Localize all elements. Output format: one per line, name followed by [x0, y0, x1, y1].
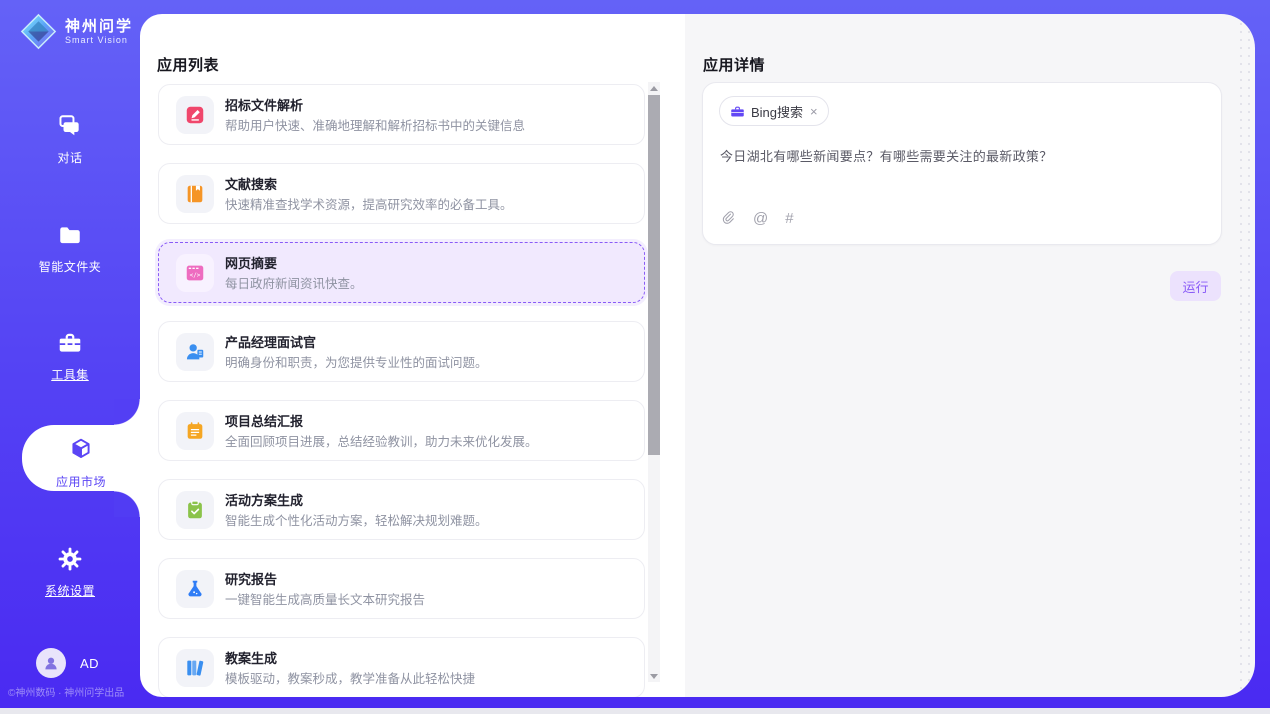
app-icon-tile	[176, 96, 214, 134]
app-card-description: 明确身份和职责，为您提供专业性的面试问题。	[225, 352, 488, 371]
chat-icon	[57, 113, 83, 139]
avatar	[36, 648, 66, 678]
webpage-icon	[184, 262, 206, 284]
sidebar-item-settings[interactable]: 系统设置	[0, 538, 140, 594]
app-card-description: 模板驱动，教案秒成，教学准备从此轻松快捷	[225, 668, 475, 687]
close-icon[interactable]: ×	[810, 105, 818, 118]
briefcase-icon	[730, 104, 745, 119]
hash-icon[interactable]: #	[785, 211, 793, 226]
app-card-title: 招标文件解析	[225, 95, 303, 114]
app-card-title: 文献搜索	[225, 174, 277, 193]
user-profile[interactable]: AD	[36, 648, 99, 678]
app-card-title: 产品经理面试官	[225, 332, 316, 351]
app-window: 神州问学 Smart Vision 对话 智能文件夹 工具集 应用市场 系统设置…	[0, 0, 1270, 708]
app-card-description: 每日政府新闻资讯快查。	[225, 273, 363, 292]
app-card-description: 全面回顾项目进展，总结经验教训，助力未来优化发展。	[225, 431, 538, 450]
app-list-panel: 应用列表 招标文件解析 帮助用户快速、准确地理解和解析招标书中的关键信息 文献搜…	[140, 14, 685, 697]
app-card[interactable]: 活动方案生成 智能生成个性化活动方案，轻松解决规划难题。	[158, 479, 645, 540]
app-detail-title: 应用详情	[703, 54, 765, 75]
person-icon	[184, 341, 206, 363]
query-text[interactable]: 今日湖北有哪些新闻要点？有哪些需要关注的最新政策？	[720, 146, 1201, 165]
sidebar-item-market[interactable]: 应用市场	[22, 425, 140, 491]
clipboard-check-icon	[184, 499, 206, 521]
content-area: 应用列表 招标文件解析 帮助用户快速、准确地理解和解析招标书中的关键信息 文献搜…	[140, 14, 1255, 697]
user-initials: AD	[80, 656, 99, 671]
app-card[interactable]: 招标文件解析 帮助用户快速、准确地理解和解析招标书中的关键信息	[158, 84, 645, 145]
mention-icon[interactable]: @	[753, 211, 768, 226]
document-edit-icon	[184, 104, 206, 126]
sidebar-item-chat[interactable]: 对话	[0, 105, 140, 161]
app-card-title: 研究报告	[225, 569, 277, 588]
app-card[interactable]: 研究报告 一键智能生成高质量长文本研究报告	[158, 558, 645, 619]
bottom-strip	[0, 708, 1270, 714]
app-icon-tile	[176, 412, 214, 450]
app-card[interactable]: 网页摘要 每日政府新闻资讯快查。	[158, 242, 645, 303]
app-detail-panel: 应用详情 Bing搜索 × 今日湖北有哪些新闻要点？有哪些需要关注的最新政策？ …	[685, 14, 1255, 697]
scroll-down-button[interactable]	[648, 670, 660, 682]
triangle-up-icon	[650, 86, 658, 91]
note-icon	[184, 420, 206, 442]
brand-name: 神州问学	[65, 18, 133, 35]
app-card-description: 快速精准查找学术资源，提高研究效率的必备工具。	[225, 194, 513, 213]
cube-icon	[68, 437, 94, 463]
sidebar-item-tools[interactable]: 工具集	[0, 322, 140, 378]
books-icon	[184, 657, 206, 679]
app-card[interactable]: 项目总结汇报 全面回顾项目进展，总结经验教训，助力未来优化发展。	[158, 400, 645, 461]
app-card[interactable]: 产品经理面试官 明确身份和职责，为您提供专业性的面试问题。	[158, 321, 645, 382]
app-list-title: 应用列表	[157, 54, 219, 75]
app-card-title: 网页摘要	[225, 253, 277, 272]
app-icon-tile	[176, 333, 214, 371]
brand-tagline: Smart Vision	[65, 35, 133, 45]
app-card[interactable]: 文献搜索 快速精准查找学术资源，提高研究效率的必备工具。	[158, 163, 645, 224]
toolbox-icon	[57, 330, 83, 356]
app-card-description: 帮助用户快速、准确地理解和解析招标书中的关键信息	[225, 115, 525, 134]
gear-icon	[57, 546, 83, 572]
paperclip-icon[interactable]	[720, 210, 736, 226]
run-button[interactable]: 运行	[1170, 271, 1221, 301]
sidebar: 神州问学 Smart Vision 对话 智能文件夹 工具集 应用市场 系统设置…	[0, 0, 140, 708]
app-card[interactable]: 教案生成 模板驱动，教案秒成，教学准备从此轻松快捷	[158, 637, 645, 697]
app-icon-tile	[176, 649, 214, 687]
composer-card: Bing搜索 × 今日湖北有哪些新闻要点？有哪些需要关注的最新政策？ @ #	[702, 82, 1222, 245]
research-icon	[184, 578, 206, 600]
tool-tag-label: Bing搜索	[751, 102, 803, 121]
app-card-title: 活动方案生成	[225, 490, 303, 509]
sidebar-item-folders[interactable]: 智能文件夹	[0, 214, 140, 270]
triangle-down-icon	[650, 674, 658, 679]
app-card-description: 一键智能生成高质量长文本研究报告	[225, 589, 425, 608]
app-icon-tile	[176, 570, 214, 608]
copyright-text: ©神州数码 · 神州问学出品	[8, 684, 158, 699]
app-icon-tile	[176, 254, 214, 292]
brand: 神州问学 Smart Vision	[20, 13, 133, 50]
person-avatar-icon	[42, 654, 60, 672]
book-icon	[184, 183, 206, 205]
brand-logo-icon	[20, 13, 57, 50]
tool-tag-bing[interactable]: Bing搜索 ×	[719, 96, 829, 126]
scrollbar-thumb[interactable]	[648, 95, 660, 455]
app-card-title: 项目总结汇报	[225, 411, 303, 430]
app-card-description: 智能生成个性化活动方案，轻松解决规划难题。	[225, 510, 488, 529]
folder-icon	[57, 222, 83, 248]
scroll-up-button[interactable]	[648, 82, 660, 94]
app-icon-tile	[176, 175, 214, 213]
scrollbar[interactable]	[648, 82, 660, 682]
app-icon-tile	[176, 491, 214, 529]
composer-toolbar: @ #	[720, 210, 794, 226]
app-card-title: 教案生成	[225, 648, 277, 667]
